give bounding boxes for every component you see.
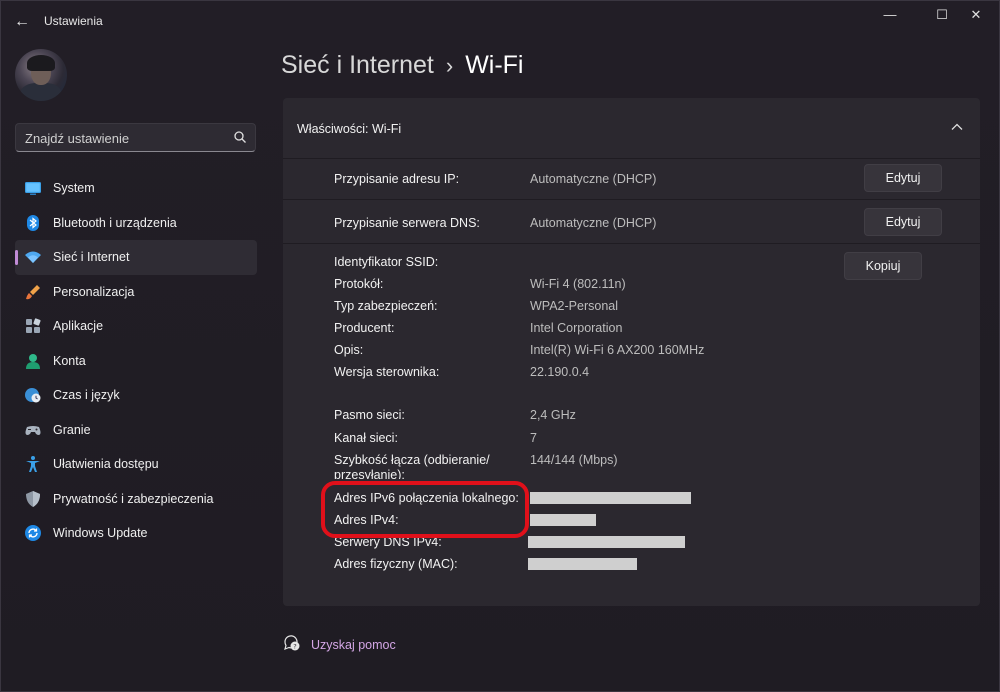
- mac-address-redacted: [528, 558, 637, 570]
- person-icon: [26, 353, 40, 369]
- sidebar-nav: System Bluetooth i urządzenia Sieć i Int…: [15, 171, 257, 551]
- avatar[interactable]: [15, 49, 67, 101]
- search-input[interactable]: Znajdź ustawienie: [15, 123, 256, 152]
- sidebar-item-personalization[interactable]: Personalizacja: [15, 275, 257, 310]
- accessibility-icon: [26, 456, 40, 472]
- gamepad-icon: [25, 425, 41, 435]
- sidebar-item-accessibility[interactable]: Ułatwienia dostępu: [15, 447, 257, 482]
- breadcrumb-parent[interactable]: Sieć i Internet: [281, 51, 434, 79]
- settings-window: ← Ustawienia — ☐ ✕ Znajdź ustawienie Sys…: [0, 0, 1000, 692]
- panel-header[interactable]: Właściwości: Wi-Fi: [283, 98, 980, 158]
- get-help-label[interactable]: Uzyskaj pomoc: [311, 638, 396, 652]
- svg-text:?: ?: [293, 643, 296, 651]
- breadcrumb: Sieć i Internet › Wi-Fi: [281, 51, 524, 80]
- manufacturer-value: Intel Corporation: [530, 321, 623, 335]
- page-title: Wi-Fi: [465, 51, 524, 79]
- ipv6-address-redacted: [530, 492, 691, 504]
- network-channel-label: Kanał sieci:: [334, 431, 398, 445]
- sidebar-item-privacy[interactable]: Prywatność i zabezpieczenia: [15, 482, 257, 517]
- dns-assignment-value: Automatyczne (DHCP): [530, 216, 657, 230]
- divider: [283, 199, 980, 200]
- edit-ip-button[interactable]: Edytuj: [864, 164, 942, 192]
- protocol-label: Protokół:: [334, 277, 384, 291]
- sidebar-item-apps[interactable]: Aplikacje: [15, 309, 257, 344]
- divider: [283, 243, 980, 244]
- driver-version-label: Wersja sterownika:: [334, 365, 440, 379]
- back-arrow-icon[interactable]: ←: [11, 11, 33, 33]
- sidebar-item-network[interactable]: Sieć i Internet: [15, 240, 257, 275]
- link-speed-value: 144/144 (Mbps): [530, 453, 618, 467]
- network-band-label: Pasmo sieci:: [334, 408, 405, 422]
- breadcrumb-separator-icon: ›: [445, 53, 454, 78]
- sidebar-item-windows-update[interactable]: Windows Update: [15, 516, 257, 551]
- active-indicator: [15, 250, 18, 265]
- ipv4-address-redacted: [530, 514, 596, 526]
- minimize-button[interactable]: —: [867, 1, 913, 29]
- monitor-icon: [25, 182, 41, 195]
- network-band-value: 2,4 GHz: [530, 408, 576, 422]
- driver-version-value: 22.190.0.4: [530, 365, 590, 379]
- security-type-label: Typ zabezpieczeń:: [334, 299, 438, 313]
- link-speed-label: Szybkość łącza (odbieranie/ przesyłanie)…: [334, 453, 490, 479]
- bluetooth-icon: [27, 214, 39, 231]
- manufacturer-label: Producent:: [334, 321, 395, 335]
- ssid-label: Identyfikator SSID:: [334, 255, 439, 269]
- brush-icon: [26, 284, 40, 299]
- dns-servers-redacted: [528, 536, 685, 548]
- sidebar-item-time-language[interactable]: Czas i język: [15, 378, 257, 413]
- search-placeholder: Znajdź ustawienie: [25, 131, 130, 146]
- dns-assignment-label: Przypisanie serwera DNS:: [334, 216, 480, 230]
- mac-address-label: Adres fizyczny (MAC):: [334, 557, 458, 571]
- chevron-up-icon[interactable]: [950, 120, 964, 134]
- description-label: Opis:: [334, 343, 364, 357]
- sidebar-item-bluetooth[interactable]: Bluetooth i urządzenia: [15, 206, 257, 241]
- apps-icon: [26, 318, 41, 333]
- network-channel-value: 7: [530, 431, 537, 445]
- sidebar-item-accounts[interactable]: Konta: [15, 344, 257, 379]
- help-chat-icon: ?: [284, 635, 300, 651]
- divider: [283, 158, 980, 159]
- ip-assignment-value: Automatyczne (DHCP): [530, 172, 657, 186]
- update-icon: [25, 525, 41, 541]
- edit-dns-button[interactable]: Edytuj: [864, 208, 942, 236]
- ip-assignment-label: Przypisanie adresu IP:: [334, 172, 460, 186]
- close-button[interactable]: ✕: [953, 1, 999, 29]
- red-highlight-annotation: [321, 481, 529, 538]
- protocol-value: Wi-Fi 4 (802.11n): [530, 277, 626, 291]
- security-type-value: WPA2-Personal: [530, 299, 618, 313]
- panel-title: Właściwości: Wi-Fi: [297, 122, 402, 136]
- copy-button[interactable]: Kopiuj: [844, 252, 922, 280]
- shield-icon: [26, 490, 40, 507]
- search-icon: [234, 131, 246, 143]
- title-bar: ← Ustawienia — ☐ ✕: [1, 1, 1000, 41]
- description-value: Intel(R) Wi-Fi 6 AX200 160MHz: [530, 343, 705, 357]
- sidebar-item-gaming[interactable]: Granie: [15, 413, 257, 448]
- app-title: Ustawienia: [44, 14, 103, 28]
- wifi-icon: [25, 251, 41, 263]
- sidebar-item-system[interactable]: System: [15, 171, 257, 206]
- globe-clock-icon: [25, 388, 41, 403]
